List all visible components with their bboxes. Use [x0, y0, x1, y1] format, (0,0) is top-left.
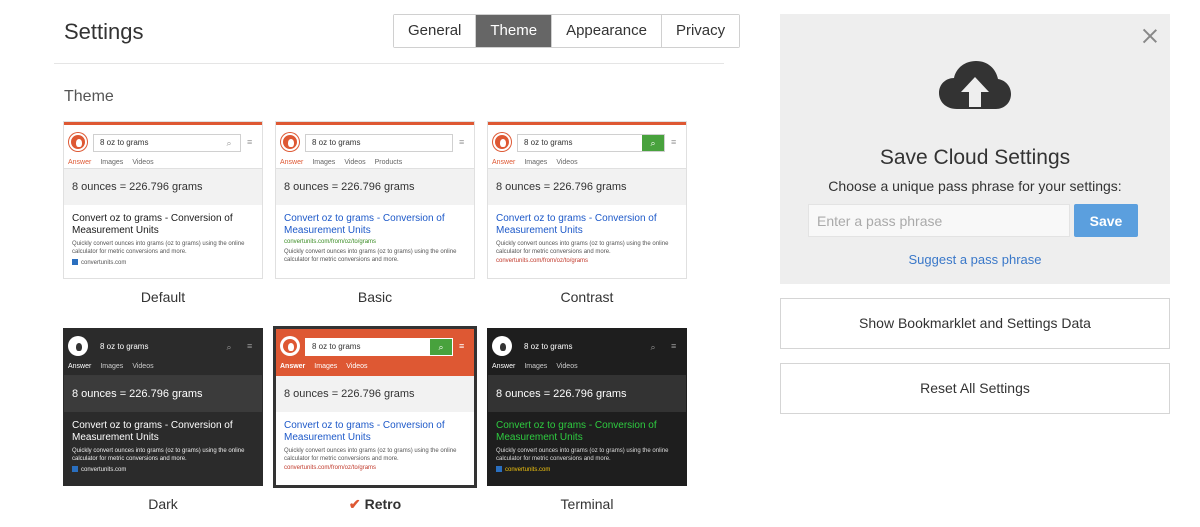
theme-name: ✔ Retro — [348, 496, 402, 512]
search-icon: ⌕ — [650, 342, 656, 352]
theme-option-dark[interactable]: 8 oz to grams ⌕ ≡ Answer Images Videos 8 ou… — [63, 328, 263, 513]
favicon-icon — [72, 466, 78, 472]
preview-result-title: Convert oz to grams - Conversion of Meas… — [284, 420, 445, 443]
duckduckgo-logo-icon — [281, 133, 299, 151]
page-title: Settings — [64, 19, 144, 44]
cloud-settings-panel: Save Cloud Settings Choose a unique pass… — [780, 14, 1170, 284]
theme-option-terminal[interactable]: 8 oz to grams ⌕ ≡ Answer Images Videos 8 ou… — [487, 328, 687, 513]
preview-result-url: convertunits.com/from/oz/to/grams — [496, 258, 589, 264]
favicon-icon — [496, 466, 502, 472]
theme-preview: 8 oz to grams ⌕ ≡ Answer Images Videos 8 ou… — [487, 121, 687, 279]
theme-name: Contrast — [560, 289, 614, 305]
hamburger-icon: ≡ — [671, 341, 677, 351]
preview-answer: 8 ounces = 226.796 grams — [488, 169, 686, 205]
duckduckgo-logo-icon — [69, 133, 87, 151]
preview-result-title: Convert oz to grams - Conversion of Meas… — [284, 213, 445, 236]
tab-theme[interactable]: Theme — [476, 15, 553, 47]
preview-result-desc: Quickly convert ounces into grams (oz to… — [72, 448, 245, 462]
theme-option-contrast[interactable]: 8 oz to grams ⌕ ≡ Answer Images Videos 8 ou… — [487, 121, 687, 306]
search-icon: ⌕ — [226, 342, 232, 352]
checkmark-icon: ✔ — [348, 496, 361, 512]
preview-result-desc: Quickly convert ounces into grams (oz to… — [496, 448, 669, 462]
preview-result-desc: Quickly convert ounces into grams (oz to… — [496, 241, 669, 255]
theme-preview: 8 oz to grams ⌕ ≡ Answer Images Videos 8 ou… — [63, 121, 263, 279]
cloud-title: Save Cloud Settings — [879, 146, 1071, 169]
preview-answer: 8 ounces = 226.796 grams — [488, 376, 686, 412]
theme-preview: 8 oz to grams ⌕ ≡ Answer Images Videos 8 ou… — [487, 328, 687, 486]
duckduckgo-logo-icon — [281, 337, 299, 355]
theme-option-basic[interactable]: 8 oz to grams ≡ Answer Images Videos Produc… — [275, 121, 475, 306]
cloud-subtitle: Choose a unique pass phrase for your set… — [828, 178, 1122, 194]
theme-name: Dark — [148, 496, 178, 512]
preview-result-title: Convert oz to grams - Conversion of Meas… — [72, 213, 233, 236]
tab-appearance[interactable]: Appearance — [552, 15, 662, 47]
preview-result-desc: Quickly convert ounces into grams (oz to… — [72, 241, 245, 255]
theme-preview: 8 oz to grams ⌕ ≡ Answer Images Videos 8 ou… — [273, 326, 477, 488]
theme-name: Terminal — [560, 496, 614, 512]
theme-preview: 8 oz to grams ≡ Answer Images Videos Produc… — [275, 121, 475, 279]
theme-preview: 8 oz to grams ⌕ ≡ Answer Images Videos 8 ou… — [63, 328, 263, 486]
preview-answer: 8 ounces = 226.796 grams — [276, 169, 474, 205]
preview-search-box: 8 oz to grams ⌕ — [517, 338, 665, 356]
duckduckgo-logo-icon — [493, 337, 511, 355]
preview-answer: 8 ounces = 226.796 grams — [64, 376, 262, 412]
preview-search-box: 8 oz to grams ⌕ — [93, 338, 241, 356]
pass-phrase-input[interactable] — [808, 204, 1070, 237]
close-icon[interactable] — [1142, 28, 1158, 44]
duckduckgo-logo-icon — [69, 337, 87, 355]
hamburger-icon: ≡ — [459, 341, 465, 351]
preview-answer: 8 ounces = 226.796 grams — [64, 169, 262, 205]
hamburger-icon: ≡ — [671, 137, 677, 147]
preview-result-desc: Quickly convert ounces into grams (oz to… — [284, 448, 457, 462]
preview-result-desc: Quickly convert ounces into grams (oz to… — [284, 249, 457, 263]
theme-option-retro[interactable]: 8 oz to grams ⌕ ≡ Answer Images Videos 8 ou… — [273, 326, 477, 513]
preview-answer: 8 ounces = 226.796 grams — [276, 376, 474, 412]
preview-result-title: Convert oz to grams - Conversion of Meas… — [496, 420, 657, 443]
preview-search-box: 8 oz to grams ⌕ — [305, 338, 453, 356]
header-divider — [54, 63, 724, 64]
settings-tabs: General Theme Appearance Privacy — [393, 14, 741, 48]
search-icon: ⌕ — [642, 135, 664, 151]
search-icon: ⌕ — [226, 138, 232, 148]
theme-heading: Theme — [64, 88, 114, 105]
reset-all-settings-button[interactable]: Reset All Settings — [780, 363, 1170, 414]
suggest-pass-phrase-link[interactable]: Suggest a pass phrase — [780, 252, 1170, 267]
theme-name: Basic — [357, 289, 393, 305]
tab-general[interactable]: General — [394, 15, 477, 47]
preview-result-url: convertunits.com/from/oz/to/grams — [284, 465, 377, 471]
favicon-icon — [72, 259, 78, 265]
preview-search-box: 8 oz to grams ⌕ — [517, 134, 665, 152]
show-bookmarklet-button[interactable]: Show Bookmarklet and Settings Data — [780, 298, 1170, 349]
hamburger-icon: ≡ — [247, 137, 253, 147]
tab-privacy[interactable]: Privacy — [661, 15, 740, 47]
theme-option-default[interactable]: 8 oz to grams ⌕ ≡ Answer Images Videos 8 ou… — [63, 121, 263, 306]
preview-result-title: Convert oz to grams - Conversion of Meas… — [72, 420, 233, 443]
preview-result-title: Convert oz to grams - Conversion of Meas… — [496, 213, 657, 236]
hamburger-icon: ≡ — [459, 137, 465, 147]
theme-name: Default — [140, 289, 186, 305]
search-icon: ⌕ — [430, 339, 452, 355]
preview-result-url: convertunits.com/from/oz/to/grams — [284, 239, 377, 245]
preview-search-box: 8 oz to grams ⌕ — [93, 134, 241, 152]
duckduckgo-logo-icon — [493, 133, 511, 151]
save-button[interactable]: Save — [1074, 204, 1138, 237]
preview-search-box: 8 oz to grams — [305, 134, 453, 152]
hamburger-icon: ≡ — [247, 341, 253, 351]
cloud-upload-icon — [939, 61, 1011, 109]
